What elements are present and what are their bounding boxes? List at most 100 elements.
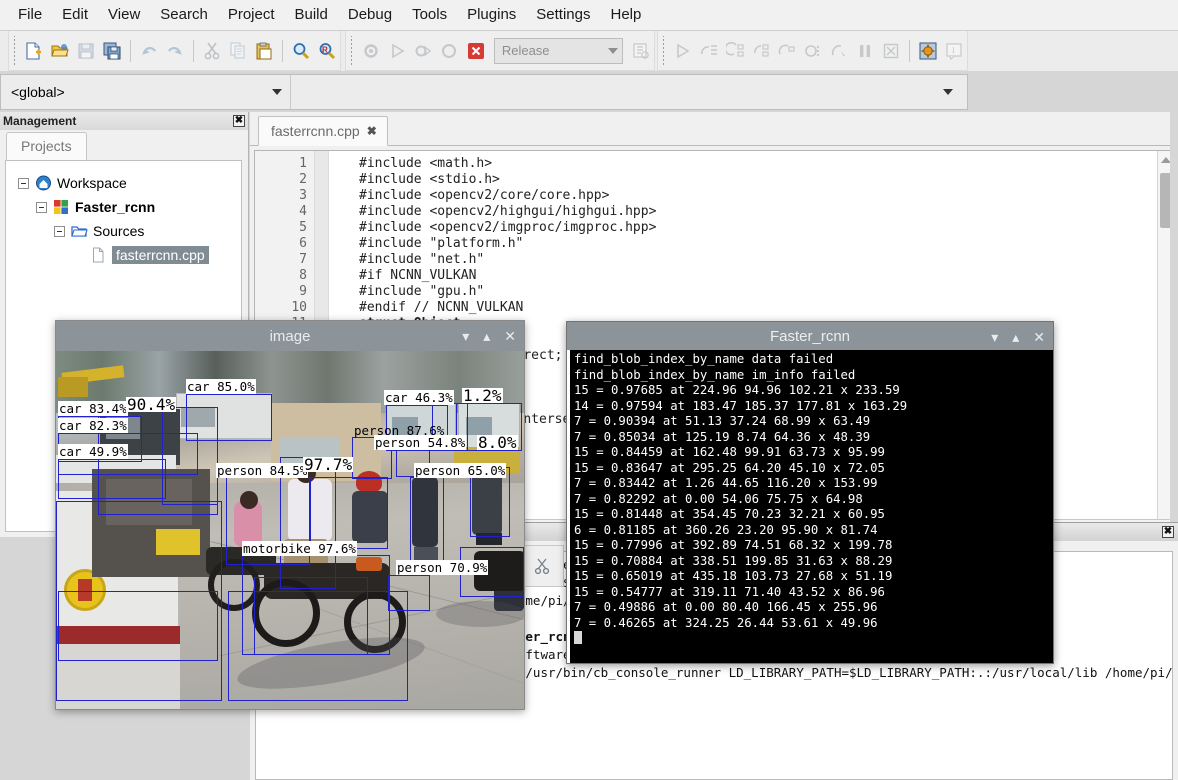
build-and-run-button[interactable] [411, 38, 435, 64]
line-number: 8 [299, 268, 307, 283]
function-combo[interactable] [291, 75, 967, 109]
collapse-toggle-icon[interactable] [36, 201, 47, 213]
collapse-toggle-icon[interactable] [54, 225, 65, 237]
build-button[interactable] [359, 38, 383, 64]
debug-run-to-cursor-button[interactable] [827, 38, 851, 64]
chevron-down-icon [272, 89, 282, 95]
terminal-line: find_blob_index_by_name im_info failed [574, 367, 856, 382]
close-icon[interactable]: ✕ [504, 328, 516, 345]
menu-item-view[interactable]: View [98, 3, 150, 27]
tab-fasterrcnn-cpp[interactable]: fasterrcnn.cpp ✖ [258, 116, 388, 146]
scope-combo[interactable]: <global> [1, 75, 291, 109]
toolbar-separator [909, 39, 910, 62]
cut-button[interactable] [200, 38, 224, 64]
build-toolbar: Release [345, 31, 655, 71]
menu-item-search[interactable]: Search [150, 3, 218, 27]
menu-item-help[interactable]: Help [601, 3, 652, 27]
code-line: #include <math.h> [359, 156, 493, 171]
minimize-icon[interactable]: ▾ [991, 329, 998, 346]
find-button[interactable] [289, 38, 313, 64]
line-number: 3 [299, 188, 307, 203]
rebuild-button[interactable] [437, 38, 461, 64]
close-icon[interactable]: ✖ [233, 115, 245, 127]
svg-text:I: I [952, 46, 955, 55]
build-target-combo[interactable]: Release [493, 37, 623, 64]
replace-button[interactable]: R [315, 38, 339, 64]
line-number: 7 [299, 252, 307, 267]
debug-stop-button[interactable] [879, 38, 903, 64]
menubar: File Edit View Search Project Build Debu… [0, 0, 1178, 31]
build-targets-button[interactable] [629, 38, 653, 64]
minimize-icon[interactable]: ▾ [462, 328, 469, 345]
menu-item-build[interactable]: Build [285, 3, 338, 27]
floating-toolbar-fragment[interactable] [520, 545, 564, 587]
tab-projects[interactable]: Projects [6, 132, 87, 160]
management-tabstrip: Projects [0, 130, 248, 160]
menu-item-debug[interactable]: Debug [338, 3, 402, 27]
debug-step-out-button[interactable] [749, 38, 773, 64]
collapse-toggle-icon[interactable] [18, 177, 29, 189]
maximize-icon[interactable]: ▴ [1012, 329, 1019, 346]
debugging-windows-button[interactable] [916, 38, 940, 64]
close-icon[interactable]: ✖ [1162, 526, 1174, 538]
debug-next-instruction-button[interactable] [775, 38, 799, 64]
menu-item-settings[interactable]: Settings [526, 3, 600, 27]
debug-break-button[interactable] [853, 38, 877, 64]
detection-box [228, 591, 408, 701]
workspace-icon [35, 175, 52, 191]
copy-button[interactable] [226, 38, 250, 64]
paste-button[interactable] [252, 38, 276, 64]
debug-next-line-button[interactable] [697, 38, 721, 64]
terminal-line: 7 = 0.82292 at 0.00 54.06 75.75 x 64.98 [574, 491, 863, 506]
debug-step-into-button[interactable] [723, 38, 747, 64]
tree-node-workspace[interactable]: Workspace [10, 171, 237, 195]
close-icon[interactable]: ✖ [367, 124, 377, 138]
redo-button[interactable] [163, 38, 187, 64]
line-number: 9 [299, 284, 307, 299]
detection-label: person 84.5% [216, 463, 309, 478]
maximize-icon[interactable]: ▴ [483, 328, 490, 345]
terminal-titlebar[interactable]: Faster_rcnn ▾ ▴ ✕ [567, 322, 1053, 350]
close-icon[interactable]: ✕ [1033, 329, 1045, 346]
image-viewer-window[interactable]: image ▾ ▴ ✕ car 85.0% car 83.4% 90.4% ca… [55, 320, 525, 710]
new-file-button[interactable] [21, 38, 45, 64]
image-window-titlebar[interactable]: image ▾ ▴ ✕ [56, 321, 524, 351]
toolbar-grip[interactable] [348, 35, 355, 66]
detection-label: person 65.0% [414, 463, 507, 478]
menu-item-project[interactable]: Project [218, 3, 285, 27]
terminal-window[interactable]: Faster_rcnn ▾ ▴ ✕ find_blob_index_by_nam… [566, 321, 1054, 664]
various-info-button[interactable]: I [942, 38, 966, 64]
management-panel-title: Management [3, 114, 77, 128]
menu-item-file[interactable]: File [8, 3, 52, 27]
debug-continue-button[interactable] [670, 38, 694, 64]
save-button[interactable] [74, 38, 98, 64]
run-button[interactable] [385, 38, 409, 64]
code-line: #include <stdio.h> [359, 172, 500, 187]
terminal-line: 15 = 0.65019 at 435.18 103.73 27.68 x 51… [574, 569, 893, 583]
detection-label: 1.2% [462, 386, 503, 405]
detection-label: motorbike 97.6% [242, 541, 357, 556]
abort-button[interactable] [464, 38, 488, 64]
tree-node-sources[interactable]: Sources [10, 219, 237, 243]
menu-item-tools[interactable]: Tools [402, 3, 457, 27]
detection-image: car 85.0% car 83.4% 90.4% car 82.3% car … [56, 351, 524, 709]
toolbar-row: R Release I [0, 31, 1178, 71]
save-all-button[interactable] [100, 38, 124, 64]
tree-node-project[interactable]: Faster_rcnn [10, 195, 237, 219]
detection-label: 90.4% [126, 395, 177, 414]
terminal-line: 7 = 0.85034 at 125.19 8.74 64.36 x 48.39 [574, 429, 871, 444]
tree-node-file[interactable]: fasterrcnn.cpp [10, 243, 237, 267]
toolbar-grip[interactable] [11, 35, 18, 66]
cut-icon [534, 558, 550, 575]
menu-item-plugins[interactable]: Plugins [457, 3, 526, 27]
toolbar-grip[interactable] [660, 35, 667, 66]
undo-button[interactable] [137, 38, 161, 64]
menu-item-edit[interactable]: Edit [52, 3, 98, 27]
terminal-line: 14 = 0.97594 at 183.47 185.37 177.81 x 1… [574, 398, 908, 413]
code-line: #include "platform.h" [359, 236, 524, 251]
debug-step-into-instruction-button[interactable] [801, 38, 825, 64]
open-file-button[interactable] [48, 38, 72, 64]
chevron-down-icon [607, 47, 618, 54]
scope-bar: <global> [0, 74, 968, 110]
terminal-output[interactable]: find_blob_index_by_name data failed find… [567, 350, 1053, 663]
